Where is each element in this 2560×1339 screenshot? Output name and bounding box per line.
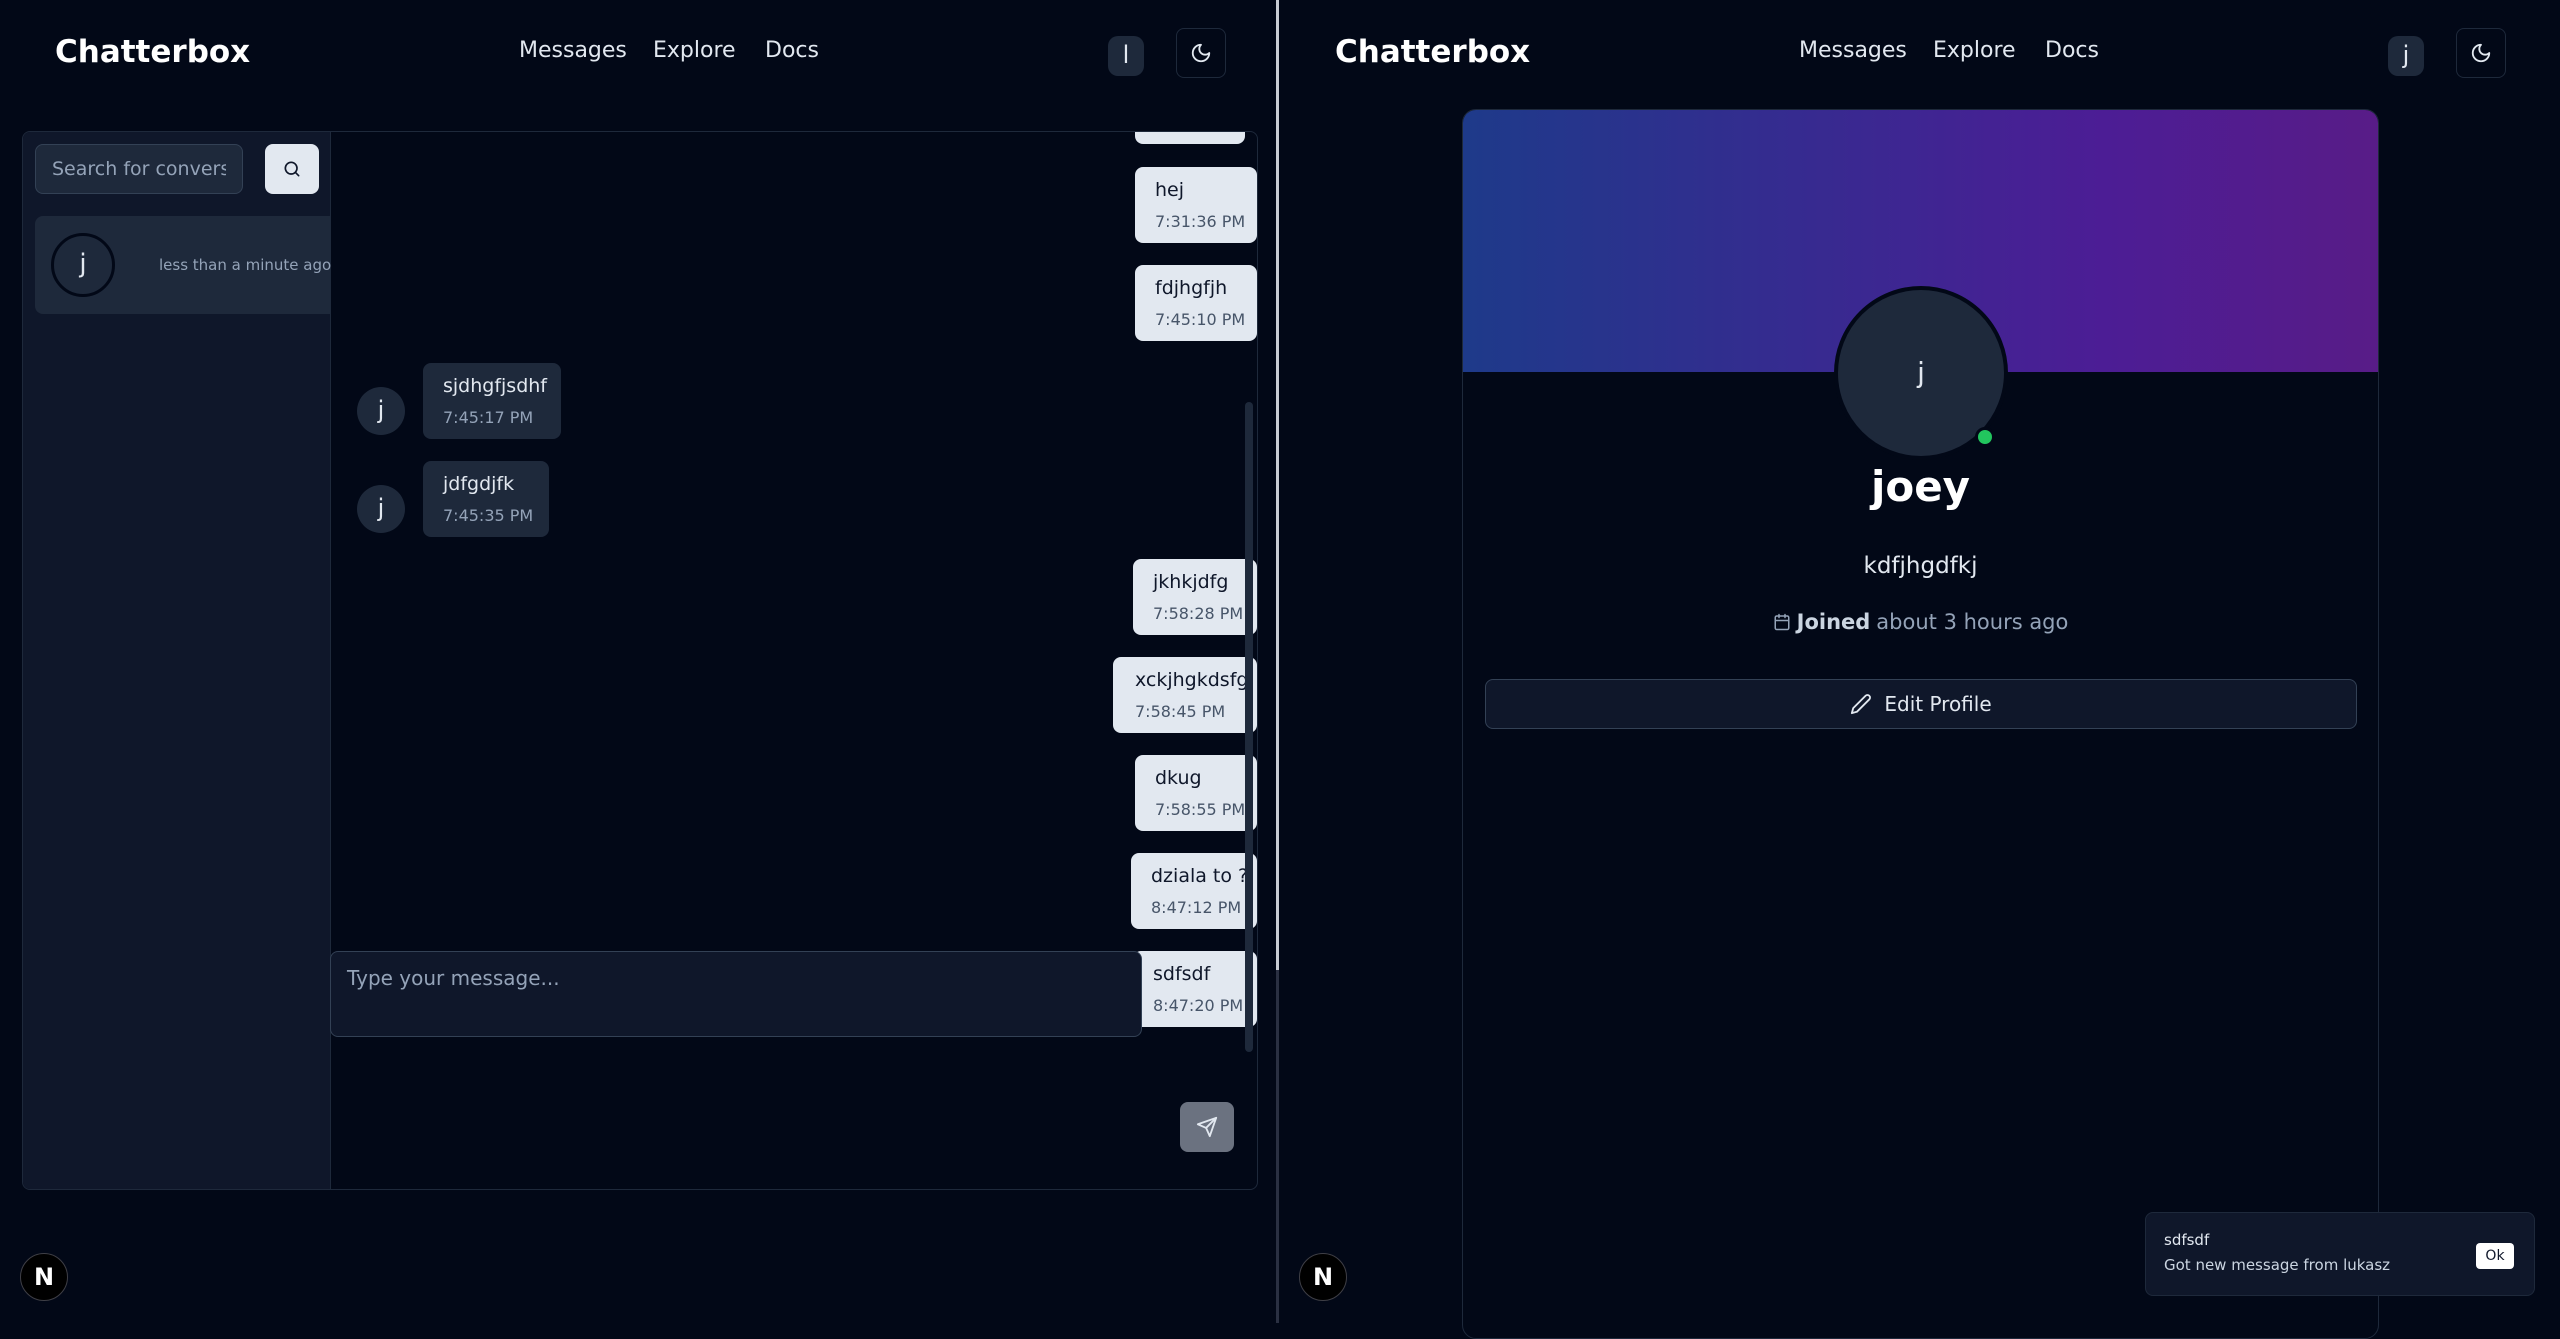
message-text: hej [1155,179,1185,201]
message-time: 8:47:12 PM [1151,898,1242,917]
message-bubble: sjdhgfjsdhf 7:45:17 PM [423,363,561,439]
message-text: dkug [1155,767,1202,789]
message-time: 8:47:20 PM [1153,996,1244,1015]
theme-toggle-button[interactable] [2456,28,2506,78]
search-button[interactable] [265,144,319,194]
nav-link-docs[interactable]: Docs [765,38,819,63]
message-bubble: xckjhgkdsfg 7:58:45 PM [1113,657,1257,733]
profile-bio: kdfjhgdfkj [1863,553,1978,579]
message-time: 7:58:55 PM [1155,800,1246,819]
user-avatar[interactable]: l [1108,36,1144,76]
send-icon [1196,1116,1218,1138]
nav-link-explore[interactable]: Explore [653,38,736,63]
message-text: dziala to ? [1151,865,1249,887]
calendar-icon [1774,613,1790,631]
conversation-time: less than a minute ago [159,256,332,274]
message-list[interactable]: hej 7:31:36 PM fdjhgfjh 7:45:10 PM j sjd… [331,132,1257,1062]
message-text: jkhkjdfg [1153,571,1229,593]
joined-value: about 3 hours ago [1876,610,2069,634]
nav-link-messages[interactable]: Messages [1799,38,1907,63]
brand-logo[interactable]: Chatterbox [55,34,250,70]
message-bubble: dkug 7:58:55 PM [1135,755,1257,831]
brand-logo[interactable]: Chatterbox [1335,34,1530,70]
message-time: 7:45:10 PM [1155,310,1246,329]
message-bubble: fdjhgfjh 7:45:10 PM [1135,265,1257,341]
send-button[interactable] [1180,1102,1234,1152]
toast-ok-button[interactable]: Ok [2476,1243,2514,1269]
avatar: j [51,233,115,297]
profile-name: joey [1870,462,1971,511]
nav-link-docs[interactable]: Docs [2045,38,2099,63]
message-bubble: jdfgdjfk 7:45:35 PM [423,461,549,537]
message-time: 7:31:36 PM [1155,212,1246,231]
navbar: Chatterbox Messages Explore Docs l [0,0,1276,104]
search-icon [284,161,300,177]
online-status-indicator [1975,427,1995,447]
message-text: sjdhgfjsdhf [443,375,547,397]
message-text: jdfgdjfk [443,473,515,495]
edit-profile-label: Edit Profile [1884,692,1992,716]
moon-icon [2471,43,2491,63]
conversation-item[interactable]: j less than a minute ago [35,216,331,314]
message-time: 7:58:45 PM [1135,702,1226,721]
pencil-icon [1851,694,1872,715]
nav-link-messages[interactable]: Messages [519,38,627,63]
theme-toggle-button[interactable] [1176,28,1226,78]
search-input[interactable] [35,144,243,194]
message-bubble: hej 7:31:36 PM [1135,167,1257,243]
moon-icon [1191,43,1211,63]
message-text: fdjhgfjh [1155,277,1228,299]
user-avatar[interactable]: j [2388,36,2424,76]
message-bubble [1135,132,1245,144]
toast-description: Got new message from lukasz [2164,1256,2391,1274]
nextjs-badge[interactable]: N [20,1253,68,1301]
nav-link-explore[interactable]: Explore [1933,38,2016,63]
avatar: j [357,485,405,533]
edit-profile-button[interactable]: Edit Profile [1485,679,2357,729]
avatar: j [357,387,405,435]
navbar: Chatterbox Messages Explore Docs j [1279,0,2560,104]
message-time: 7:58:28 PM [1153,604,1244,623]
message-time: 7:45:17 PM [443,408,534,427]
left-window: Chatterbox Messages Explore Docs l j les… [0,0,1276,1323]
message-input[interactable] [330,951,1142,1037]
conversation-sidebar: j less than a minute ago [23,132,331,1189]
message-bubble: dziala to ? 8:47:12 PM [1131,853,1257,929]
message-text: sdfsdf [1153,963,1211,985]
right-window: Chatterbox Messages Explore Docs j j joe… [1279,0,2560,1339]
message-time: 7:45:35 PM [443,506,534,525]
message-bubble: jkhkjdfg 7:58:28 PM [1133,559,1257,635]
joined-label: Joined [1796,610,1871,634]
notification-toast: sdfsdf Got new message from lukasz Ok [2145,1212,2535,1296]
profile-card: j joey kdfjhgdfkj Joined about 3 hours a… [1462,109,2379,1339]
message-text: xckjhgkdsfg [1135,669,1249,691]
toast-title: sdfsdf [2164,1231,2210,1249]
message-bubble: sdfsdf 8:47:20 PM [1133,951,1257,1027]
scrollbar[interactable] [1245,402,1253,1052]
nextjs-badge[interactable]: N [1299,1253,1347,1301]
joined-info: Joined about 3 hours ago [1463,610,2378,634]
